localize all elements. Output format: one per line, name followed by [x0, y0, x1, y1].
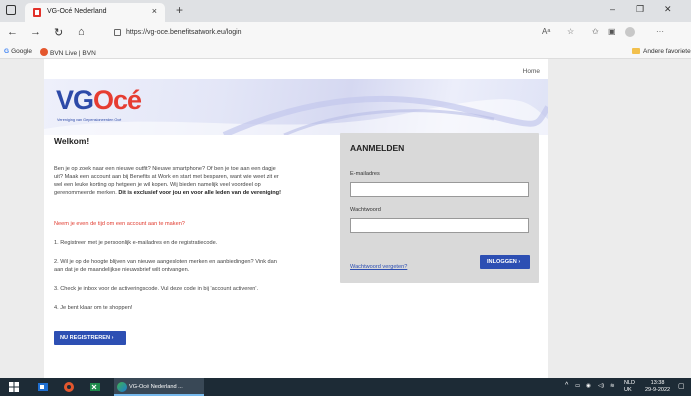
url-field[interactable]: https://vg-oce.benefitsatwork.eu/login: [108, 26, 568, 41]
minimize-button[interactable]: –: [610, 4, 615, 14]
people-icon[interactable]: ◉: [586, 383, 591, 389]
password-label: Wachtwoord: [350, 207, 381, 213]
bookmark-label: BVN Live | BVN: [50, 50, 96, 57]
browser-tab-bar: VG-Océ Nederland × + – ❐ ✕: [0, 0, 691, 22]
bookmark-bvn[interactable]: BVN Live | BVN: [40, 48, 96, 57]
region-code: UK: [624, 387, 632, 393]
windows-taskbar: VG-Océ Nederland ... ^ ▭ ◉ ◁) ≋ NLD UK 1…: [0, 378, 691, 396]
add-favorite-icon[interactable]: ☆: [567, 27, 574, 36]
register-button[interactable]: NU REGISTREREN ›: [54, 331, 126, 345]
intro-text: Ben je op zoek naar een nieuwe outfit? N…: [54, 165, 286, 197]
language-code: NLD: [624, 380, 636, 386]
volume-icon[interactable]: ◁): [598, 383, 604, 389]
clock-time: 13:38: [650, 380, 665, 386]
forgot-password-link[interactable]: Wachtwoord vergeten?: [350, 264, 407, 270]
bookmarks-bar: G Google BVN Live | BVN Andere favoriete: [0, 44, 691, 59]
step-1: 1. Registreer met je persoonlijk e-maila…: [54, 240, 218, 246]
account-question: Neem je even de tijd om een account aan …: [54, 221, 185, 227]
home-link[interactable]: Home: [523, 68, 540, 75]
other-favorites[interactable]: Andere favoriete: [632, 48, 691, 55]
browser-tab[interactable]: VG-Océ Nederland ×: [25, 3, 165, 22]
tab-title: VG-Océ Nederland: [47, 8, 107, 15]
lock-icon: [114, 29, 121, 36]
bookmark-google[interactable]: G Google: [4, 48, 32, 55]
bookmark-label: Google: [11, 48, 33, 55]
wifi-icon[interactable]: ≋: [610, 383, 615, 389]
tab-actions-icon[interactable]: [6, 5, 16, 15]
collections-icon[interactable]: ▣: [608, 27, 616, 36]
page-content: Home VGOcé Vereniging van Gepensioneerde…: [44, 59, 548, 378]
step-3: 3. Check je inbox voor de activeringscod…: [54, 286, 259, 292]
more-menu-icon[interactable]: ···: [656, 27, 664, 36]
other-favorites-label: Andere favoriete: [643, 48, 691, 55]
tab-close-icon[interactable]: ×: [152, 6, 157, 16]
welcome-title: Welkom!: [54, 136, 90, 146]
vg-oce-logo[interactable]: VGOcé: [56, 85, 142, 116]
forward-button[interactable]: →: [30, 26, 41, 38]
site-favicon-icon: [33, 8, 41, 17]
outlook-icon[interactable]: [38, 382, 48, 392]
logo-oce: Océ: [93, 85, 142, 115]
favorites-icon[interactable]: ✩: [592, 27, 599, 36]
restore-button[interactable]: ❐: [636, 4, 644, 15]
office-icon[interactable]: [64, 382, 74, 392]
home-button[interactable]: ⌂: [78, 26, 85, 38]
logo-subtitle: Vereniging van Gepensioneerden Océ: [57, 118, 122, 122]
taskbar-window-label: VG-Océ Nederland ...: [129, 384, 183, 390]
email-field[interactable]: [350, 182, 529, 197]
login-button[interactable]: INLOGGEN ›: [480, 255, 530, 269]
notifications-icon[interactable]: ▢: [678, 382, 685, 390]
url-text: https://vg-oce.benefitsatwork.eu/login: [126, 29, 242, 36]
clock-date: 29-9-2022: [645, 387, 671, 393]
header-banner: VGOcé Vereniging van Gepensioneerden Océ: [44, 79, 548, 135]
back-button[interactable]: ←: [7, 26, 18, 38]
taskbar-edge-window[interactable]: VG-Océ Nederland ...: [114, 378, 204, 396]
clock[interactable]: 13:38 29-9-2022: [645, 380, 670, 394]
logo-vg: VG: [56, 85, 94, 115]
folder-icon: [632, 48, 640, 54]
intro-bold: Dit is exclusief voor jou en voor alle l…: [118, 190, 281, 196]
password-field[interactable]: [350, 218, 529, 233]
step-2: 2. Wil je op de hoogte blijven van nieuw…: [54, 259, 277, 273]
email-label: E-mailadres: [350, 171, 380, 177]
google-icon: G: [4, 48, 10, 55]
refresh-button[interactable]: ↻: [54, 26, 63, 39]
step-4: 4. Je bent klaar om te shoppen!: [54, 305, 133, 311]
read-aloud-icon[interactable]: Aᵃ: [542, 27, 550, 36]
window-close-button[interactable]: ✕: [664, 4, 672, 15]
login-panel: AANMELDEN E-mailadres Wachtwoord Wachtwo…: [340, 133, 539, 283]
language-indicator[interactable]: NLD UK: [624, 380, 635, 394]
address-bar-row: ← → ↻ ⌂ https://vg-oce.benefitsatwork.eu…: [0, 22, 691, 44]
bvn-icon: [40, 48, 48, 56]
start-windows-icon[interactable]: [9, 382, 19, 392]
tray-expand-icon[interactable]: ^: [565, 382, 568, 389]
profile-avatar[interactable]: [625, 27, 635, 37]
new-tab-button[interactable]: +: [176, 3, 183, 17]
network-icon[interactable]: ▭: [575, 383, 580, 389]
excel-icon[interactable]: [90, 382, 100, 392]
edge-icon: [117, 382, 127, 392]
login-title: AANMELDEN: [350, 143, 405, 153]
